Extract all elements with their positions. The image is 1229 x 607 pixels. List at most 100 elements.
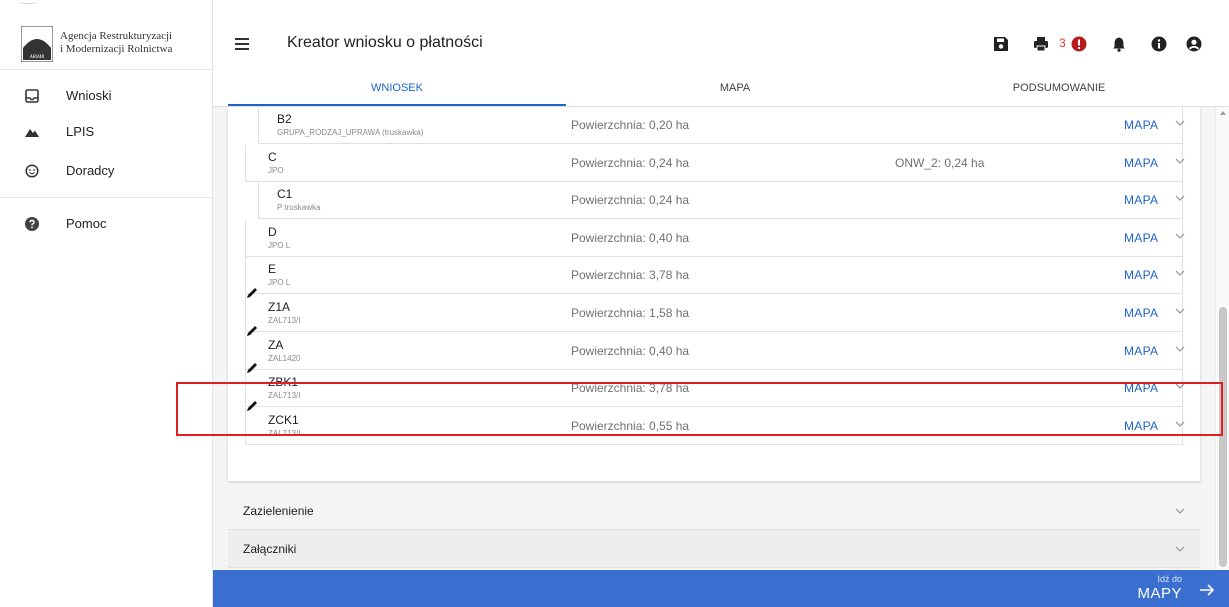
go-to-map-button[interactable]: Idź do MAPY [213, 570, 1229, 607]
smiley-icon [25, 164, 39, 178]
chevron-down-icon[interactable] [1174, 305, 1186, 317]
arimr-logo-icon: ARiMR [21, 26, 53, 62]
chevron-down-icon[interactable] [1174, 117, 1186, 129]
tab-wniosek[interactable]: WNIOSEK [228, 70, 566, 107]
edit-pencil-icon[interactable] [246, 287, 258, 299]
chevron-down-icon[interactable] [1174, 155, 1186, 167]
brand[interactable]: ARiMR Agencja Restrukturyzacji i Moderni… [0, 18, 213, 70]
page-title: Kreator wniosku o płatności [287, 34, 483, 51]
parcel-row[interactable]: ZBK1 ZAL713/I Powierzchnia: 3,78 ha MAPA [245, 370, 1186, 408]
sidebar-divider [0, 197, 213, 198]
tab-bar: WNIOSEK MAPA PODSUMOWANIE [213, 70, 1229, 107]
section-zazielenienie[interactable]: Zazielenienie [228, 492, 1200, 530]
inbox-icon [25, 89, 39, 103]
parcel-map-link[interactable]: MAPA [1124, 118, 1158, 132]
parcel-crop: JPO L [268, 240, 291, 250]
parcel-row[interactable]: ZA ZAL1420 Powierzchnia: 0,40 ha MAPA [245, 332, 1186, 370]
chevron-down-icon[interactable] [1174, 230, 1186, 242]
chevron-down-icon[interactable] [1174, 418, 1186, 430]
sidebar-item-label: Wnioski [66, 88, 112, 103]
parcel-id: D [268, 224, 277, 239]
section-label: Zazielenienie [243, 504, 314, 518]
parcel-crop: ZAL713/I [268, 316, 301, 325]
parcel-area: Powierzchnia: 0,40 ha [571, 230, 690, 245]
parcel-id: E [268, 262, 277, 277]
parcel-id: ZA [268, 337, 284, 352]
error-count: 3 [1059, 36, 1066, 50]
parcel-area: Powierzchnia: 3,78 ha [571, 381, 690, 396]
parcel-area: Powierzchnia: 0,24 ha [571, 193, 690, 208]
error-icon[interactable] [1071, 36, 1087, 52]
parcel-crop: GRUPA_RODZAJ_UPRAWA (truskawka) [277, 128, 424, 137]
parcel-id: B2 [277, 112, 292, 126]
parcel-crop: P truskawka [277, 203, 321, 213]
section-zalaczniki[interactable]: Załączniki [228, 530, 1200, 568]
parcel-id: ZCK1 [268, 412, 299, 427]
parcel-id: C1 [277, 187, 293, 202]
chevron-down-icon [1175, 508, 1185, 514]
parcel-area: Powierzchnia: 0,24 ha [571, 155, 690, 170]
parcel-map-link[interactable]: MAPA [1124, 231, 1158, 245]
brand-name: Agencja Restrukturyzacji i Modernizacji … [60, 30, 172, 56]
sidebar-item-label: Doradcy [66, 163, 115, 178]
main-content: B2 GRUPA_RODZAJ_UPRAWA (truskawka) Powierz… [213, 107, 1215, 570]
sidebar: ARiMR Agencja Restrukturyzacji i Moderni… [0, 0, 213, 607]
parcel-area: Powierzchnia: 1,58 ha [571, 306, 690, 320]
parcel-map-link[interactable]: MAPA [1124, 419, 1158, 433]
hamburger-menu-icon[interactable] [235, 38, 249, 50]
edit-pencil-icon[interactable] [246, 362, 258, 374]
tab-podsumowanie[interactable]: PODSUMOWANIE [904, 70, 1214, 107]
go-to-target: MAPY [1137, 585, 1182, 602]
account-icon[interactable] [1186, 36, 1202, 52]
chevron-down-icon[interactable] [1174, 192, 1186, 204]
scrollbar[interactable] [1215, 107, 1229, 570]
parcel-map-link[interactable]: MAPA [1124, 156, 1158, 170]
chevron-down-icon [1175, 546, 1185, 552]
chevron-down-icon[interactable] [1174, 267, 1186, 279]
parcel-map-link[interactable]: MAPA [1124, 381, 1158, 395]
sidebar-item-pomoc[interactable]: Pomoc [0, 206, 213, 242]
edit-pencil-icon[interactable] [246, 400, 258, 412]
logo-text: ARiMR [29, 55, 45, 60]
brand-line-2: i Modernizacji Rolnictwa [60, 43, 173, 55]
tab-mapa[interactable]: MAPA [566, 70, 904, 107]
parcel-row[interactable]: C1 P truskawka Powierzchnia: 0,24 ha MAPA [258, 182, 1186, 220]
parcel-crop: ZAL1420 [268, 353, 301, 363]
print-icon[interactable] [1033, 36, 1049, 52]
active-tab-indicator [228, 104, 566, 106]
parcel-map-link[interactable]: MAPA [1124, 344, 1158, 358]
parcel-crop: JPO L [268, 278, 291, 288]
sidebar-item-wnioski[interactable]: Wnioski [0, 78, 213, 114]
save-icon[interactable] [993, 36, 1009, 52]
brand-line-1: Agencja Restrukturyzacji [60, 30, 173, 42]
parcel-row[interactable]: D JPO L Powierzchnia: 0,40 ha MAPA [245, 219, 1186, 257]
bell-icon[interactable] [1111, 36, 1127, 52]
parcel-id: ZBK1 [268, 375, 299, 390]
parcel-row[interactable]: C JPO Powierzchnia: 0,24 ha ONW_2: 0,24 ha M… [245, 144, 1186, 182]
parcel-map-link[interactable]: MAPA [1124, 193, 1158, 207]
help-icon [25, 217, 39, 231]
parcel-map-link[interactable]: MAPA [1124, 268, 1158, 282]
app-header: Kreator wniosku o płatności 3 [213, 18, 1229, 70]
sidebar-item-doradcy[interactable]: Doradcy [0, 153, 213, 189]
parcel-row[interactable]: Z1A ZAL713/I Powierzchnia: 1,58 ha MAPA [245, 295, 1186, 332]
parcel-row[interactable]: ZCK1 ZAL713/I Powierzchnia: 0,55 ha MAPA [245, 407, 1186, 445]
info-icon[interactable] [1151, 36, 1167, 52]
sidebar-item-label: LPIS [66, 124, 95, 139]
parcel-map-link[interactable]: MAPA [1124, 306, 1158, 320]
sidebar-item-lpis[interactable]: LPIS [0, 114, 213, 150]
parcel-onw: ONW_2: 0,24 ha [895, 155, 985, 170]
chevron-down-icon[interactable] [1174, 343, 1186, 355]
scrollbar-thumb[interactable] [1219, 307, 1227, 567]
edit-pencil-icon[interactable] [246, 325, 258, 337]
parcel-id: Z1A [268, 300, 291, 314]
parcel-area: Powierzchnia: 0,40 ha [571, 343, 690, 358]
scroll-up-arrow-icon[interactable] [1220, 111, 1226, 115]
parcel-area: Powierzchnia: 0,20 ha [571, 118, 690, 132]
parcel-crop: ZAL713/I [268, 428, 301, 438]
chevron-down-icon[interactable] [1174, 380, 1186, 392]
parcel-row[interactable]: B2 GRUPA_RODZAJ_UPRAWA (truskawka) Powierz… [258, 107, 1186, 144]
parcel-row[interactable]: E JPO L Powierzchnia: 3,78 ha MAPA [245, 257, 1186, 295]
sidebar-item-label: Pomoc [66, 216, 107, 231]
mountains-icon [25, 129, 39, 137]
